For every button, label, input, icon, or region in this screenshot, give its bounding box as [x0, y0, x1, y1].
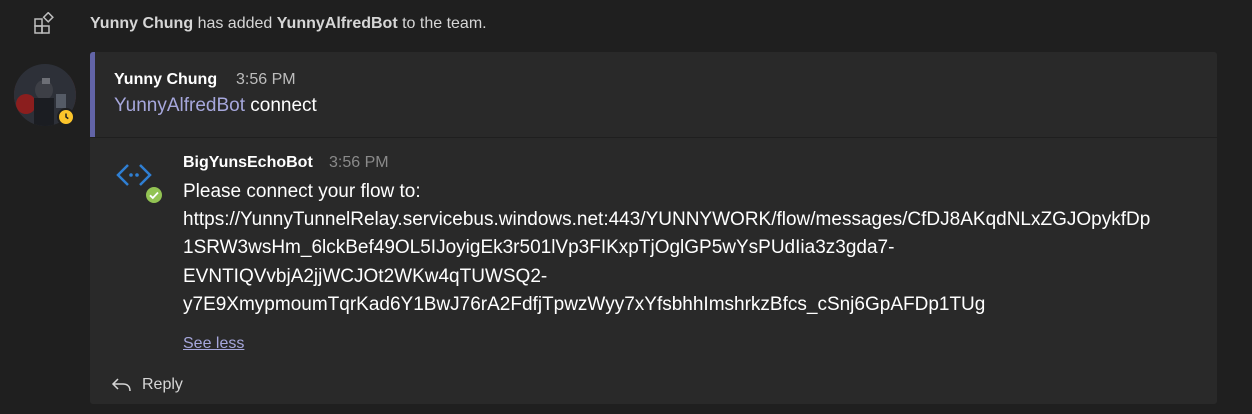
- message-body: YunnyAlfredBot connect: [114, 95, 317, 117]
- presence-away-icon: [57, 108, 75, 126]
- reply-timestamp: 3:56 PM: [329, 154, 389, 171]
- apps-grid-icon: [34, 12, 54, 34]
- reply-button[interactable]: Reply: [110, 372, 183, 398]
- reply-line: y7E9XmypmoumTqrKad6Y1BwJ76rA2FdfjTpwzWyy…: [183, 293, 986, 315]
- unread-accent-bar: [90, 52, 95, 137]
- message-author[interactable]: Yunny Chung: [114, 71, 217, 89]
- system-action: has added: [197, 15, 273, 32]
- system-message-text: Yunny Chung has added YunnyAlfredBot to …: [90, 15, 487, 33]
- system-actor[interactable]: Yunny Chung: [90, 15, 193, 32]
- reply-author[interactable]: BigYunsEchoBot: [183, 154, 313, 172]
- system-suffix: to the team.: [402, 15, 487, 32]
- reply-line: EVNTIQVvbjA2jjWCJOt2WKw4qTUWSQ2-: [183, 265, 548, 287]
- message-text: connect: [250, 95, 317, 116]
- message-timestamp: 3:56 PM: [236, 71, 296, 88]
- reply-line: Please connect your flow to:: [183, 181, 421, 202]
- see-less-link[interactable]: See less: [183, 335, 244, 353]
- reply-line: 1SRW3wsHm_6lckBef49OL5IJoyigEk3r501lVp3F…: [183, 237, 895, 259]
- system-target[interactable]: YunnyAlfredBot: [277, 15, 398, 32]
- mention-link[interactable]: YunnyAlfredBot: [114, 95, 245, 116]
- reply-line: https://YunnyTunnelRelay.servicebus.wind…: [183, 209, 1151, 231]
- reply-body: Please connect your flow to: https://Yun…: [183, 178, 1203, 319]
- reply-arrow-icon: [111, 378, 131, 392]
- reply-button-label: Reply: [142, 376, 183, 393]
- presence-available-icon: [144, 185, 164, 205]
- system-message-row: Yunny Chung has added YunnyAlfredBot to …: [0, 0, 1252, 48]
- thread-divider: [90, 137, 1217, 138]
